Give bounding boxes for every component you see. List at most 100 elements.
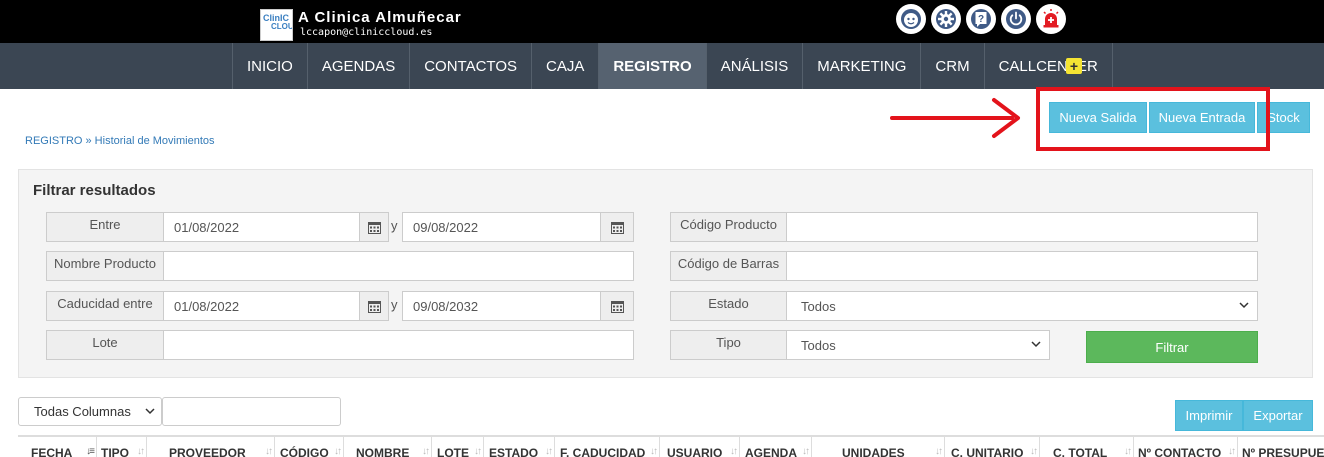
column-header-c-unitario[interactable]: C. UNITARIO ↓↑	[945, 437, 1040, 457]
imprimir-button[interactable]: Imprimir	[1175, 400, 1243, 431]
nav-item-analisis[interactable]: ANÁLISIS	[705, 43, 803, 89]
table-header: FECHA ↓≡ TIPO ↓↑ PROVEEDOR ↓↑ CÓDIGO ↓↑ NOMB…	[18, 435, 1324, 457]
tipo-label: Tipo	[670, 330, 787, 360]
power-icon[interactable]	[1001, 4, 1031, 34]
column-header-n-presupuesto[interactable]: Nº PRESUPUE	[1238, 437, 1324, 457]
filter-title: Filtrar resultados	[33, 182, 156, 199]
calendar-icon[interactable]	[600, 212, 634, 242]
sort-icon: ↓↑	[935, 446, 943, 457]
column-header-estado[interactable]: ESTADO ↓↑	[484, 437, 555, 457]
estado-label: Estado	[670, 291, 787, 321]
nav-item-crm[interactable]: CRM	[920, 43, 983, 89]
nav-item-contactos[interactable]: CONTACTOS	[409, 43, 531, 89]
calendar-icon[interactable]	[359, 212, 389, 242]
sort-icon: ↓↑	[422, 446, 430, 457]
alarm-icon[interactable]	[1036, 4, 1066, 34]
sort-icon: ↓↑	[474, 446, 482, 457]
range-separator: y	[391, 218, 398, 233]
column-header-label: TIPO	[101, 446, 130, 457]
sort-icon: ↓↑	[730, 446, 738, 457]
column-header-n-contacto[interactable]: Nº CONTACTO ↓↑	[1134, 437, 1238, 457]
clinic-name: A Clinica Almuñecar	[298, 9, 462, 26]
sort-icon: ↓≡	[86, 446, 95, 457]
entre-label: Entre	[46, 212, 164, 242]
columns-select-value: Todas Columnas	[34, 404, 131, 419]
column-header-label: UNIDADES	[842, 446, 905, 457]
nav-item-registro[interactable]: REGISTRO	[598, 43, 706, 89]
chevron-down-icon	[1239, 302, 1249, 309]
nombre-producto-input[interactable]	[163, 251, 634, 281]
column-header-proveedor[interactable]: PROVEEDOR ↓↑	[147, 437, 275, 457]
main-nav: INICIO AGENDAS CONTACTOS CAJA REGISTRO A…	[0, 43, 1324, 89]
calendar-icon[interactable]	[600, 291, 634, 321]
columns-select[interactable]: Todas Columnas	[18, 397, 162, 426]
codigo-barras-input[interactable]	[786, 251, 1258, 281]
nav-items: INICIO AGENDAS CONTACTOS CAJA REGISTRO A…	[232, 43, 1113, 89]
codigo-barras-label: Código de Barras	[670, 251, 787, 281]
chevron-down-icon	[145, 408, 155, 415]
nav-item-marketing[interactable]: MARKETING	[802, 43, 920, 89]
lote-input[interactable]	[163, 330, 634, 360]
codigo-producto-input[interactable]	[786, 212, 1258, 242]
breadcrumb[interactable]: REGISTRO » Historial de Movimientos	[25, 135, 215, 147]
estado-select-value: Todos	[801, 298, 836, 314]
column-header-usuario[interactable]: USUARIO ↓↑	[660, 437, 740, 457]
sort-icon: ↓↑	[1030, 446, 1038, 457]
column-header-label: C. UNITARIO	[951, 446, 1024, 457]
column-header-codigo[interactable]: CÓDIGO ↓↑	[275, 437, 344, 457]
nav-item-caja[interactable]: CAJA	[531, 43, 598, 89]
caducidad-to-input[interactable]: 09/08/2032	[402, 291, 601, 321]
nav-item-inicio[interactable]: INICIO	[232, 43, 307, 89]
estado-select[interactable]: Todos	[786, 291, 1258, 321]
annotation-arrow	[890, 98, 1020, 138]
caducidad-label: Caducidad entre	[46, 291, 164, 321]
sort-icon: ↓↑	[265, 446, 273, 457]
codigo-producto-label: Código Producto	[670, 212, 787, 242]
nav-item-callcenter[interactable]: CALLCENTER	[983, 43, 1113, 89]
column-header-f-caducidad[interactable]: F. CADUCIDAD ↓↑	[555, 437, 660, 457]
column-header-lote[interactable]: LOTE ↓↑	[432, 437, 484, 457]
column-header-label: C. TOTAL	[1053, 446, 1108, 457]
chevron-down-icon	[1031, 341, 1041, 348]
column-header-label: ESTADO	[489, 446, 539, 457]
lote-label: Lote	[46, 330, 164, 360]
sort-icon: ↓↑	[650, 446, 658, 457]
top-bar: ClinIC CLOUD A Clinica Almuñecar lccapon…	[0, 0, 1324, 43]
logo-text-bottom: CLOUD	[271, 22, 292, 31]
calendar-icon[interactable]	[359, 291, 389, 321]
nombre-producto-label: Nombre Producto	[46, 251, 164, 281]
column-header-c-total[interactable]: C. TOTAL ↓↑	[1040, 437, 1134, 457]
tipo-select[interactable]: Todos	[786, 330, 1050, 360]
clinic-cloud-logo[interactable]: ClinIC CLOUD	[260, 9, 293, 41]
sort-icon: ↓↑	[1124, 446, 1132, 457]
gear-icon[interactable]	[931, 4, 961, 34]
help-icon[interactable]: ?	[966, 4, 996, 34]
add-plus-icon[interactable]: +	[1066, 58, 1082, 74]
nav-item-agendas[interactable]: AGENDAS	[306, 43, 409, 89]
column-header-nombre[interactable]: NOMBRE ↓↑	[344, 437, 432, 457]
column-header-agenda[interactable]: AGENDA ↓↑	[740, 437, 812, 457]
sort-icon: ↓↑	[545, 446, 553, 457]
entre-to-input[interactable]: 09/08/2022	[402, 212, 601, 242]
header-icon-group: ?	[896, 4, 1066, 34]
column-header-label: NOMBRE	[356, 446, 410, 457]
column-header-unidades[interactable]: UNIDADES ↓↑	[812, 437, 945, 457]
column-header-tipo[interactable]: TIPO ↓↑	[97, 437, 147, 457]
column-header-label: Nº PRESUPUE	[1242, 446, 1324, 457]
column-header-label: USUARIO	[667, 446, 723, 457]
user-email: lccapon@cliniccloud.es	[300, 27, 433, 38]
sort-icon: ↓↑	[137, 446, 145, 457]
tipo-select-value: Todos	[801, 337, 836, 353]
column-header-label: LOTE	[437, 446, 469, 457]
entre-from-input[interactable]: 01/08/2022	[163, 212, 360, 242]
caducidad-from-input[interactable]: 01/08/2022	[163, 291, 360, 321]
column-header-label: AGENDA	[745, 446, 798, 457]
column-header-fecha[interactable]: FECHA ↓≡	[18, 437, 97, 457]
filtrar-button[interactable]: Filtrar	[1086, 331, 1258, 363]
exportar-button[interactable]: Exportar	[1243, 400, 1313, 431]
range-separator: y	[391, 297, 398, 312]
column-header-label: FECHA	[31, 446, 73, 457]
column-header-label: F. CADUCIDAD	[560, 446, 646, 457]
user-face-icon[interactable]	[896, 4, 926, 34]
table-search-input[interactable]	[162, 397, 341, 426]
